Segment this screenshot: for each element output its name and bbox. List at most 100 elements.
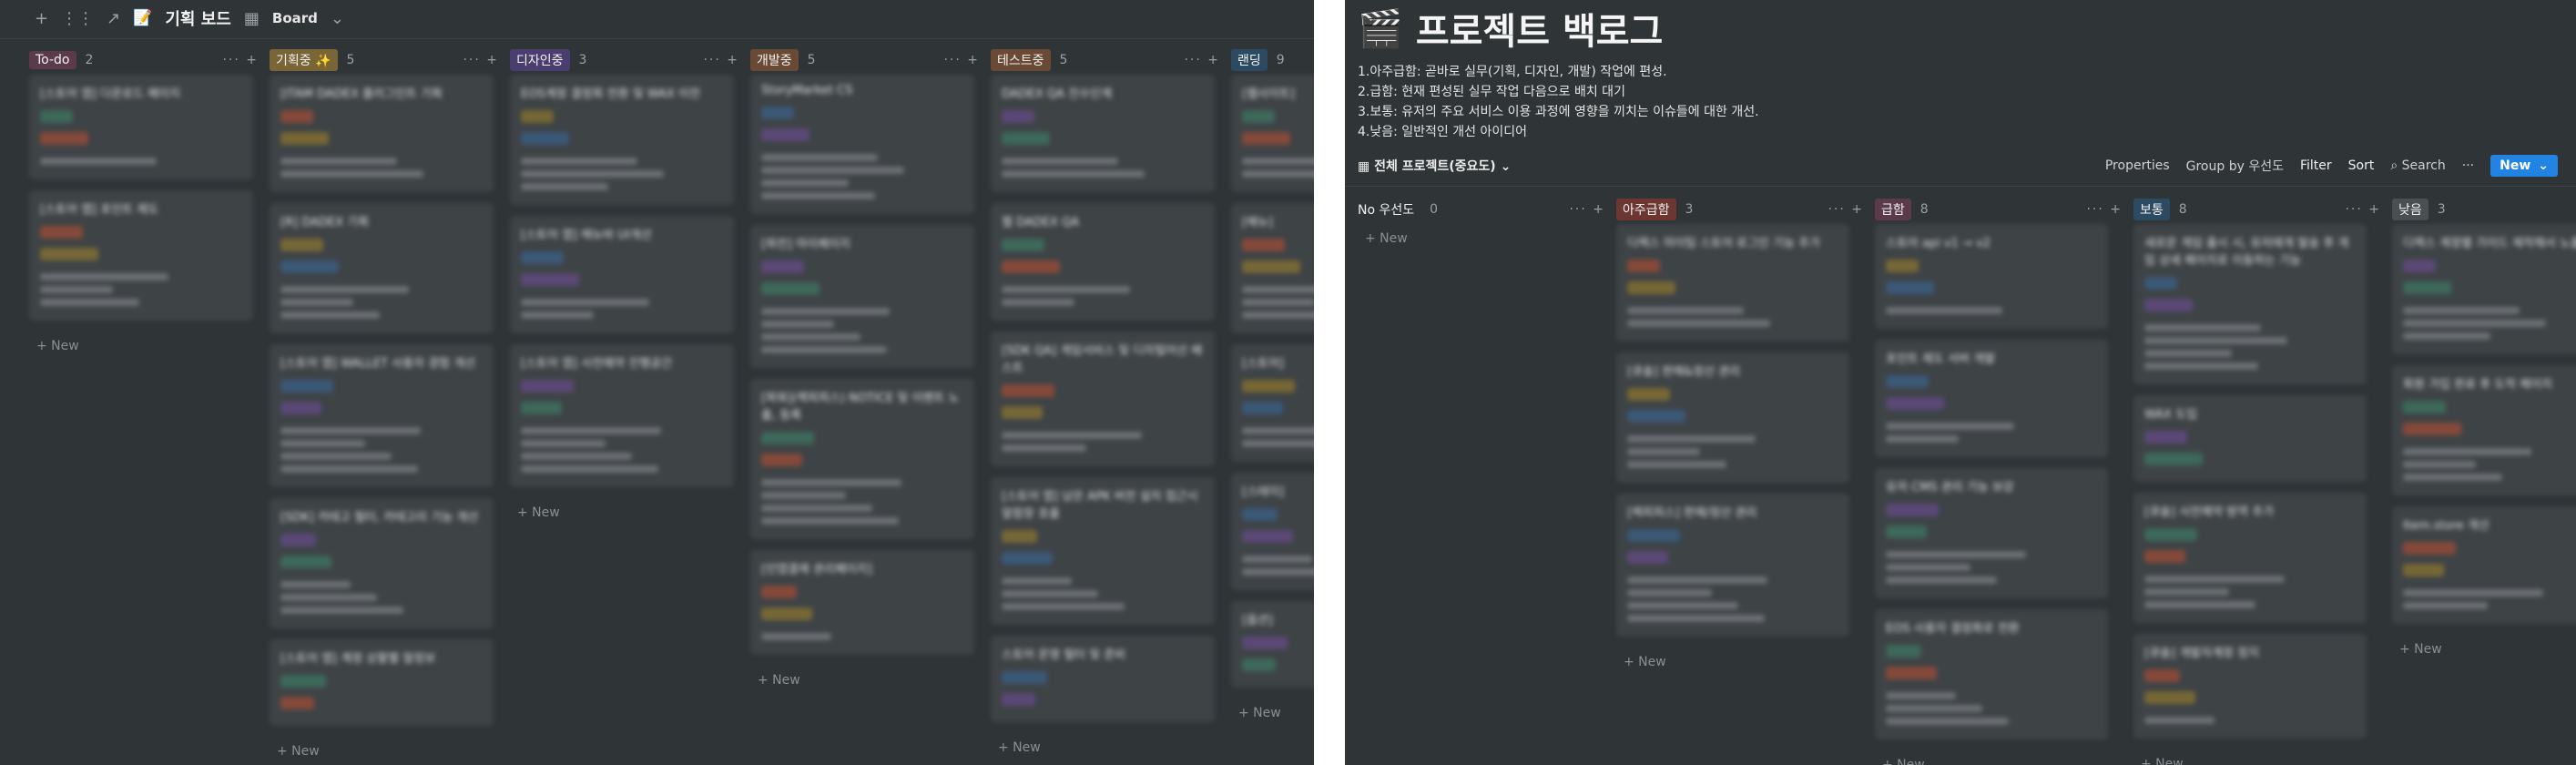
column-header[interactable]: 디자인중 3 ··· + [510,46,750,75]
column-header[interactable]: 랜딩9··· + [1231,46,1314,75]
column-actions[interactable]: ··· + [1828,202,1864,217]
board-card[interactable]: [스토어] [1231,344,1314,462]
board-card[interactable]: [파컨] 마이페이지 [750,225,974,368]
column-actions[interactable]: ··· + [703,53,739,67]
board-card[interactable]: [렉피피스] 판매/정산 관리 [1616,494,1849,637]
property-row [40,286,113,293]
add-card-button[interactable]: + New [991,733,1231,762]
column-actions[interactable]: ··· + [222,53,259,67]
board-card[interactable]: [스토어 앱] WALLET 사용자 경험 개선 [270,344,494,487]
add-card-button[interactable]: + New [2133,750,2392,765]
property-row [280,427,421,434]
board-card[interactable]: 회원 가입 완료 후 도착 페이지 [2392,365,2576,495]
search-button[interactable]: ⌕ Search [2390,158,2445,173]
board-card[interactable]: [스토어 앱] 계정 상황별 말정보 [270,639,494,726]
board-card[interactable]: [큐솔] 판매&정산 관리 [1616,352,1849,483]
filter-button[interactable]: Filter [2300,158,2332,173]
add-card-button[interactable]: + New [1231,699,1314,728]
board-card[interactable]: [파워](랙피피스) NOTICE 및 이벤트 노출, 등록 [750,379,974,539]
board-card[interactable]: EOS계정 결정회 전환 및 WAX 이전 [510,75,734,205]
card-title: 새로운 게임 출시 시, 유저에게 발송 후 게임 상세 페이지로 이동하는 기… [2144,237,2349,268]
board-card[interactable]: 새로운 게임 출시 시, 유저에게 발송 후 게임 상세 페이지로 이동하는 기… [2133,224,2367,384]
card-title: [스토어 앱] 메뉴바 UI개선 [521,229,652,242]
column-header[interactable]: 급함 8 ··· + [1875,195,2133,224]
board-card[interactable]: 유저 CMS 관리 기능 보강 [1875,468,2108,598]
group-by-button[interactable]: Group by 우선도 [2186,157,2284,175]
board-card[interactable]: StoryMarket CS [750,75,974,214]
more-button[interactable]: ··· [2462,158,2474,173]
board-card[interactable]: [ITAM DADEX 플러그인트 기획 [270,75,494,192]
property-row [1886,564,1970,571]
add-card-button[interactable]: + New [1616,648,1875,677]
board-card[interactable]: Item.store 개선 [2392,506,2576,624]
board-card[interactable]: [옵션] [1231,601,1314,688]
property-row [1002,590,1098,597]
property-row [521,311,594,319]
property-tag [1627,529,1680,542]
divider [0,38,1314,39]
properties-button[interactable]: Properties [2105,158,2170,173]
property-tag [280,132,329,145]
new-button[interactable]: New ⌄ [2490,155,2558,177]
column-header[interactable]: 아주급함 3 ··· + [1616,195,1875,224]
board-card[interactable]: 디렉스 계정별 가이드 제작해서 노출하기 [2392,224,2576,354]
board-card[interactable]: 웹 DADEX QA [991,203,1215,321]
board-card[interactable]: WAX 도입 [2133,395,2367,482]
board-card[interactable]: [스토어 앱] 다운로드 페이지 [29,75,253,179]
add-icon[interactable]: + [35,9,48,28]
drag-handle-icon[interactable]: ⋮⋮ [61,9,94,28]
board-card[interactable]: DADEX QA 진수단계 [991,75,1215,192]
board-card[interactable]: 포인트 제도 서버 개발 [1875,340,2108,457]
board-card[interactable]: [인앱결제 관리페이지] [750,550,974,655]
board-card[interactable]: [스토어 앱] 포인트 제도 [29,190,253,321]
column-header[interactable]: 기획중 ✨ 5 ··· + [270,46,510,75]
clapper-icon: 🎬 [1358,7,1403,50]
board-card[interactable]: [스토어 앱] 메뉴바 UI개선 [510,216,734,333]
board-card[interactable]: [메뉴] [1231,203,1314,333]
chevron-down-icon[interactable]: ⌄ [2538,158,2549,173]
property-row [1886,435,1959,443]
column-actions[interactable]: ··· + [2086,202,2123,217]
add-card-button[interactable]: + New [29,332,270,361]
column-label: 보통 [2133,199,2170,220]
column-header[interactable]: No 우선도 0 ··· + [1358,195,1616,224]
chevron-down-icon[interactable]: ⌄ [331,9,344,28]
column-header[interactable]: 낮음3··· + [2392,195,2576,224]
view-selector[interactable]: Board [272,10,318,26]
board-card[interactable]: [SDK QA] 게임서비스 및 디자털어선 배스트 [991,332,1215,466]
board-card[interactable]: [스테이] [1231,473,1314,590]
open-page-icon[interactable]: ↗ [107,9,120,28]
board-card[interactable]: [큐솔] 개발자계정 정지 [2133,634,2367,739]
add-card-button[interactable]: + New [2392,635,2576,664]
column-actions[interactable]: ··· + [1569,202,1605,217]
board-card[interactable]: [스토어 앱] 남은 APK 버전 설치 접근시 알람창 호출 [991,477,1215,625]
board-card[interactable]: [SDK] 카테고 필터, 카테고리 기능 개선 [270,498,494,628]
board-card[interactable]: 스토어 운영 필터 및 준비 [991,636,1215,722]
property-row [1627,576,1767,584]
sort-button[interactable]: Sort [2348,158,2375,173]
add-card-button[interactable]: + New [1358,224,1616,253]
board-card[interactable]: 디렉스 마이팀 스토어 로그인 기능 추가 [1616,224,1849,342]
add-card-button[interactable]: + New [270,737,510,765]
column-header[interactable]: 개발중 5 ··· + [750,46,991,75]
property-tag [1242,402,1283,414]
board-card[interactable]: [스토어 앱] 사전예약 진행공간 [510,344,734,487]
board-card[interactable]: EOS 사용자 결정화로 전환 [1875,609,2108,740]
board-card[interactable]: [큐솔] 사전예약 방역 추가 [2133,493,2367,623]
add-card-button[interactable]: + New [750,666,991,695]
column-header[interactable]: 보통 8 ··· + [2133,195,2392,224]
board-card[interactable]: [R] DADEX 기획 [270,203,494,333]
column-actions[interactable]: ··· + [1184,53,1220,67]
board-card[interactable]: [웹사이트] [1231,75,1314,192]
column-header[interactable]: To-do 2 ··· + [29,46,270,75]
board-card[interactable]: 스토어 api v1 → v2 [1875,224,2108,329]
card-title: [큐솔] 개발자계정 정지 [2144,647,2260,660]
add-card-button[interactable]: + New [1875,750,2133,765]
column-actions[interactable]: ··· + [943,53,980,67]
add-card-button[interactable]: + New [510,498,750,527]
column-actions[interactable]: ··· + [463,53,499,67]
view-selector[interactable]: ▦ 전체 프로젝트(중요도) ⌄ [1358,157,1511,175]
property-row [280,299,353,306]
column-actions[interactable]: ··· + [2345,202,2381,217]
column-header[interactable]: 테스트중 5 ··· + [991,46,1231,75]
